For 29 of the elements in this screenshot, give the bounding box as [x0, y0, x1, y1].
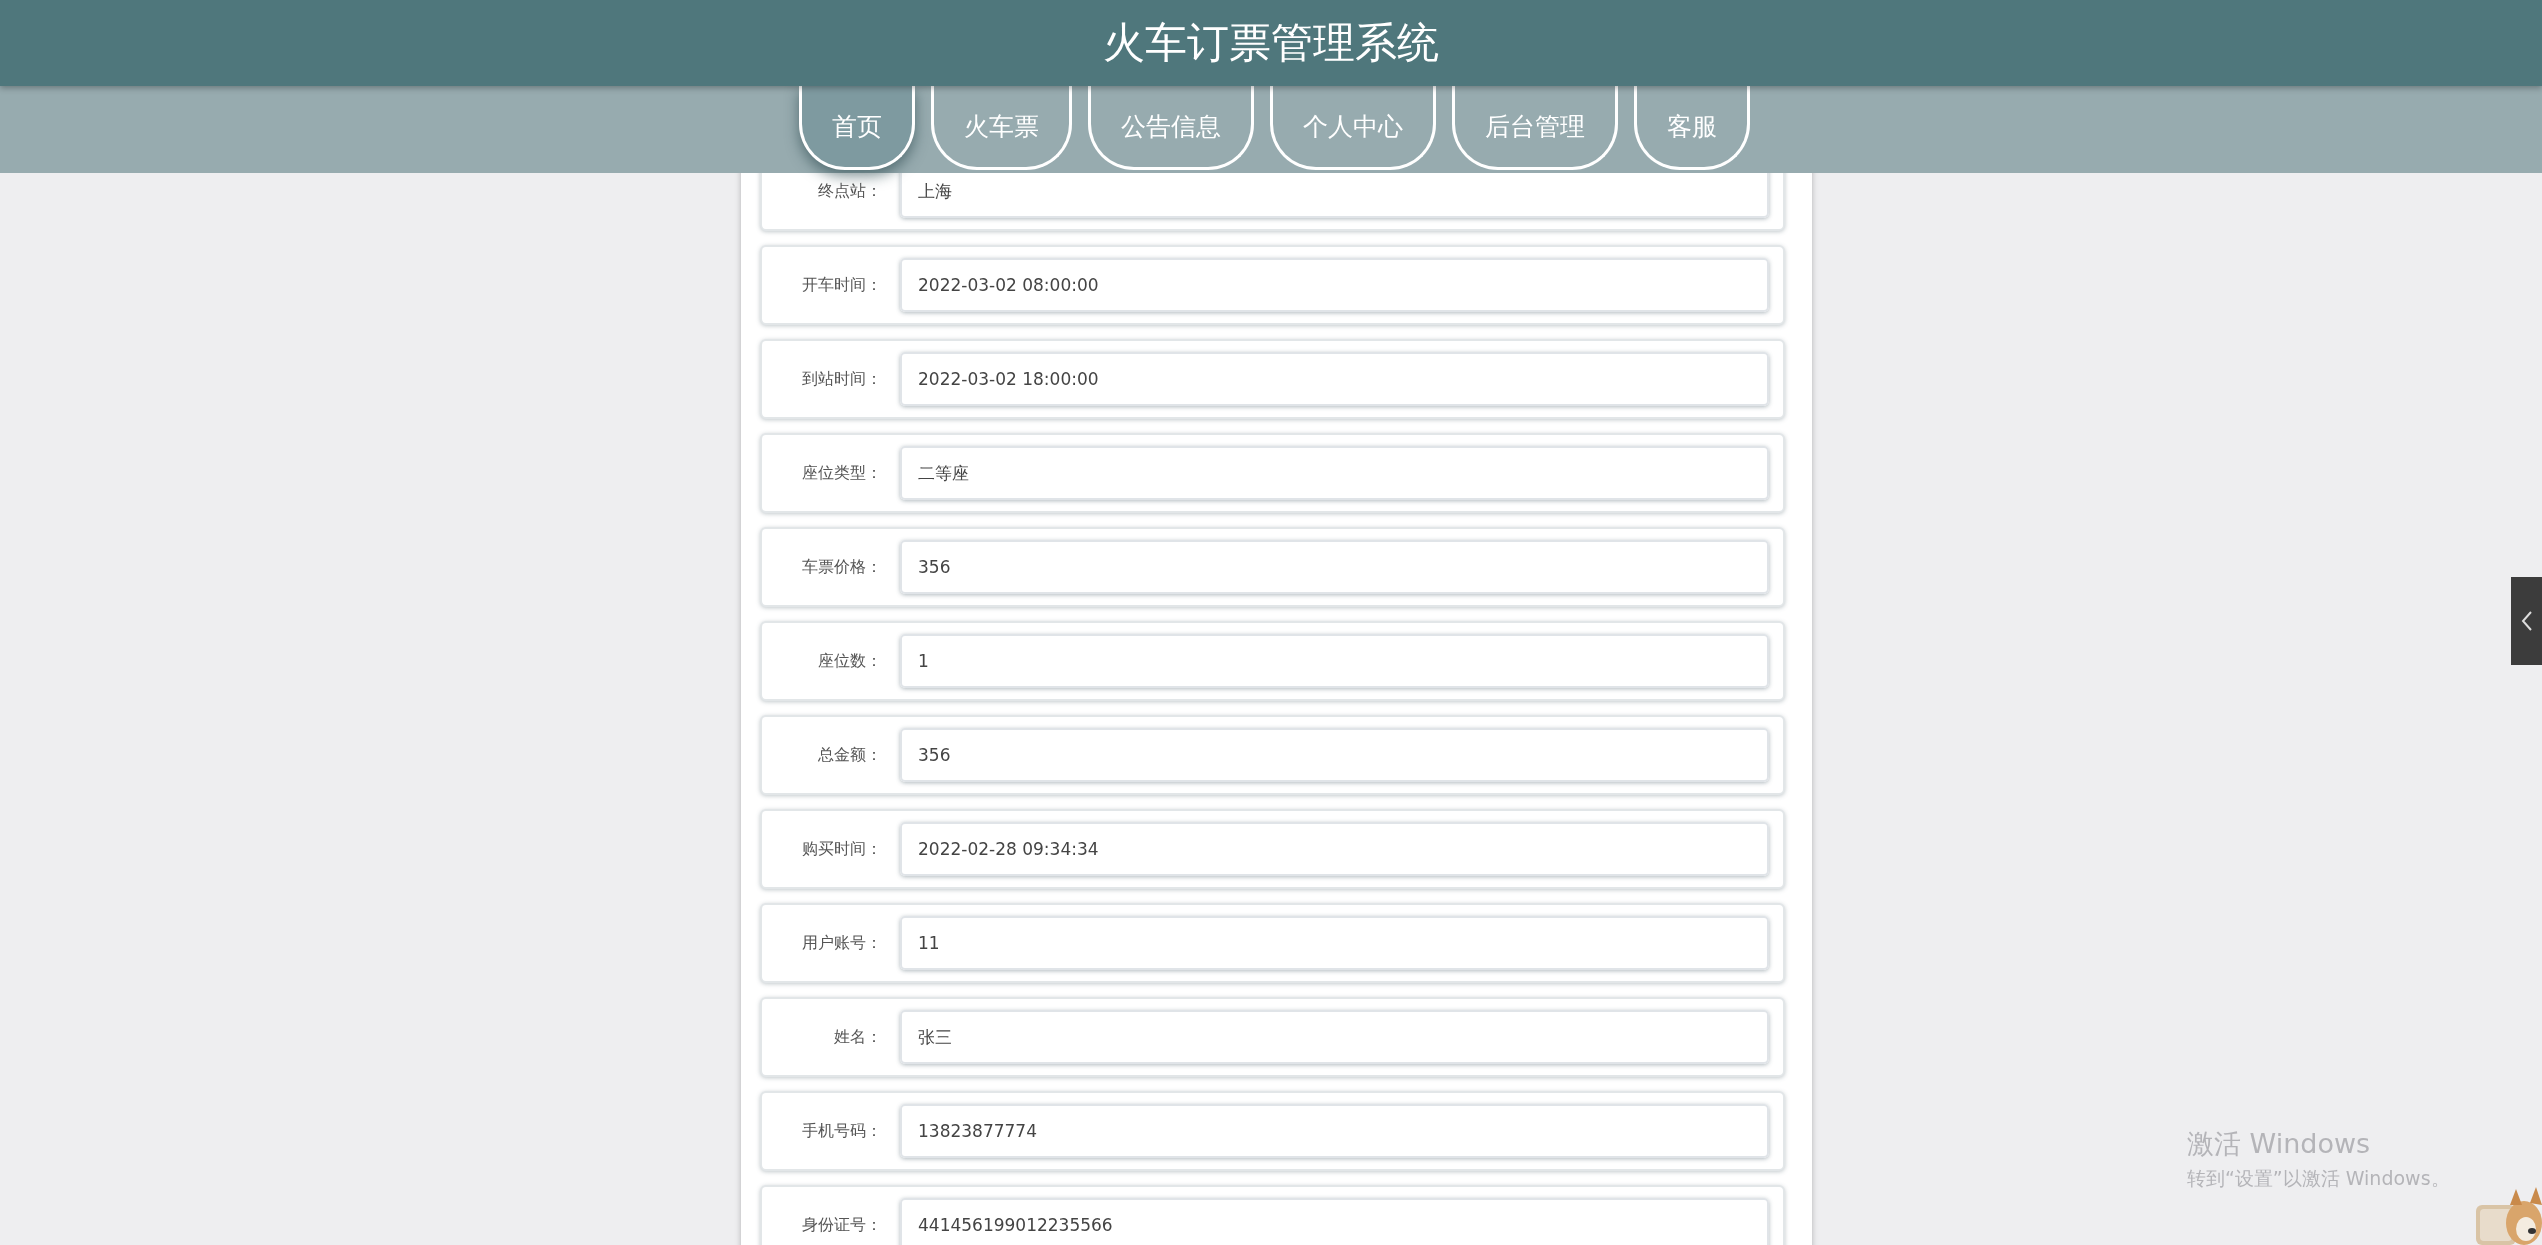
field-label: 到站时间：: [801, 368, 882, 390]
field-label: 身份证号：: [801, 1214, 882, 1236]
input-field[interactable]: 441456199012235566: [900, 1198, 1769, 1245]
chevron-left-icon: [2520, 610, 2533, 632]
field-label: 座位数：: [817, 650, 882, 672]
input-field[interactable]: 13823877774: [900, 1104, 1769, 1158]
activation-hint: 转到“设置”以激活 Windows。: [2187, 1166, 2450, 1191]
input-field[interactable]: 上海: [900, 173, 1769, 218]
input-field[interactable]: 张三: [900, 1010, 1769, 1064]
input-field[interactable]: 356: [900, 728, 1769, 782]
input-field[interactable]: 二等座: [900, 446, 1769, 500]
input-field[interactable]: 2022-02-28 09:34:34: [900, 822, 1769, 876]
field-label: 终点站：: [817, 180, 882, 202]
input-field[interactable]: 2022-03-02 08:00:00: [900, 258, 1769, 312]
site-title: 火车订票管理系统: [1103, 17, 1439, 69]
input-field[interactable]: 11: [900, 916, 1769, 970]
activation-title: 激活 Windows: [2187, 1127, 2372, 1161]
side-panel-toggle[interactable]: [2511, 577, 2542, 665]
input-field[interactable]: 1: [900, 634, 1769, 688]
field-label: 总金额：: [817, 744, 882, 766]
field-label: 姓名：: [833, 1026, 882, 1048]
field-label: 用户账号：: [801, 932, 882, 954]
field-label: 座位类型：: [801, 462, 882, 484]
field-label: 购买时间：: [801, 838, 882, 860]
field-label: 开车时间：: [801, 274, 882, 296]
input-field[interactable]: 356: [900, 540, 1769, 594]
field-label: 手机号码：: [801, 1120, 882, 1142]
input-field[interactable]: 2022-03-02 18:00:00: [900, 352, 1769, 406]
field-label: 车票价格：: [801, 556, 882, 578]
